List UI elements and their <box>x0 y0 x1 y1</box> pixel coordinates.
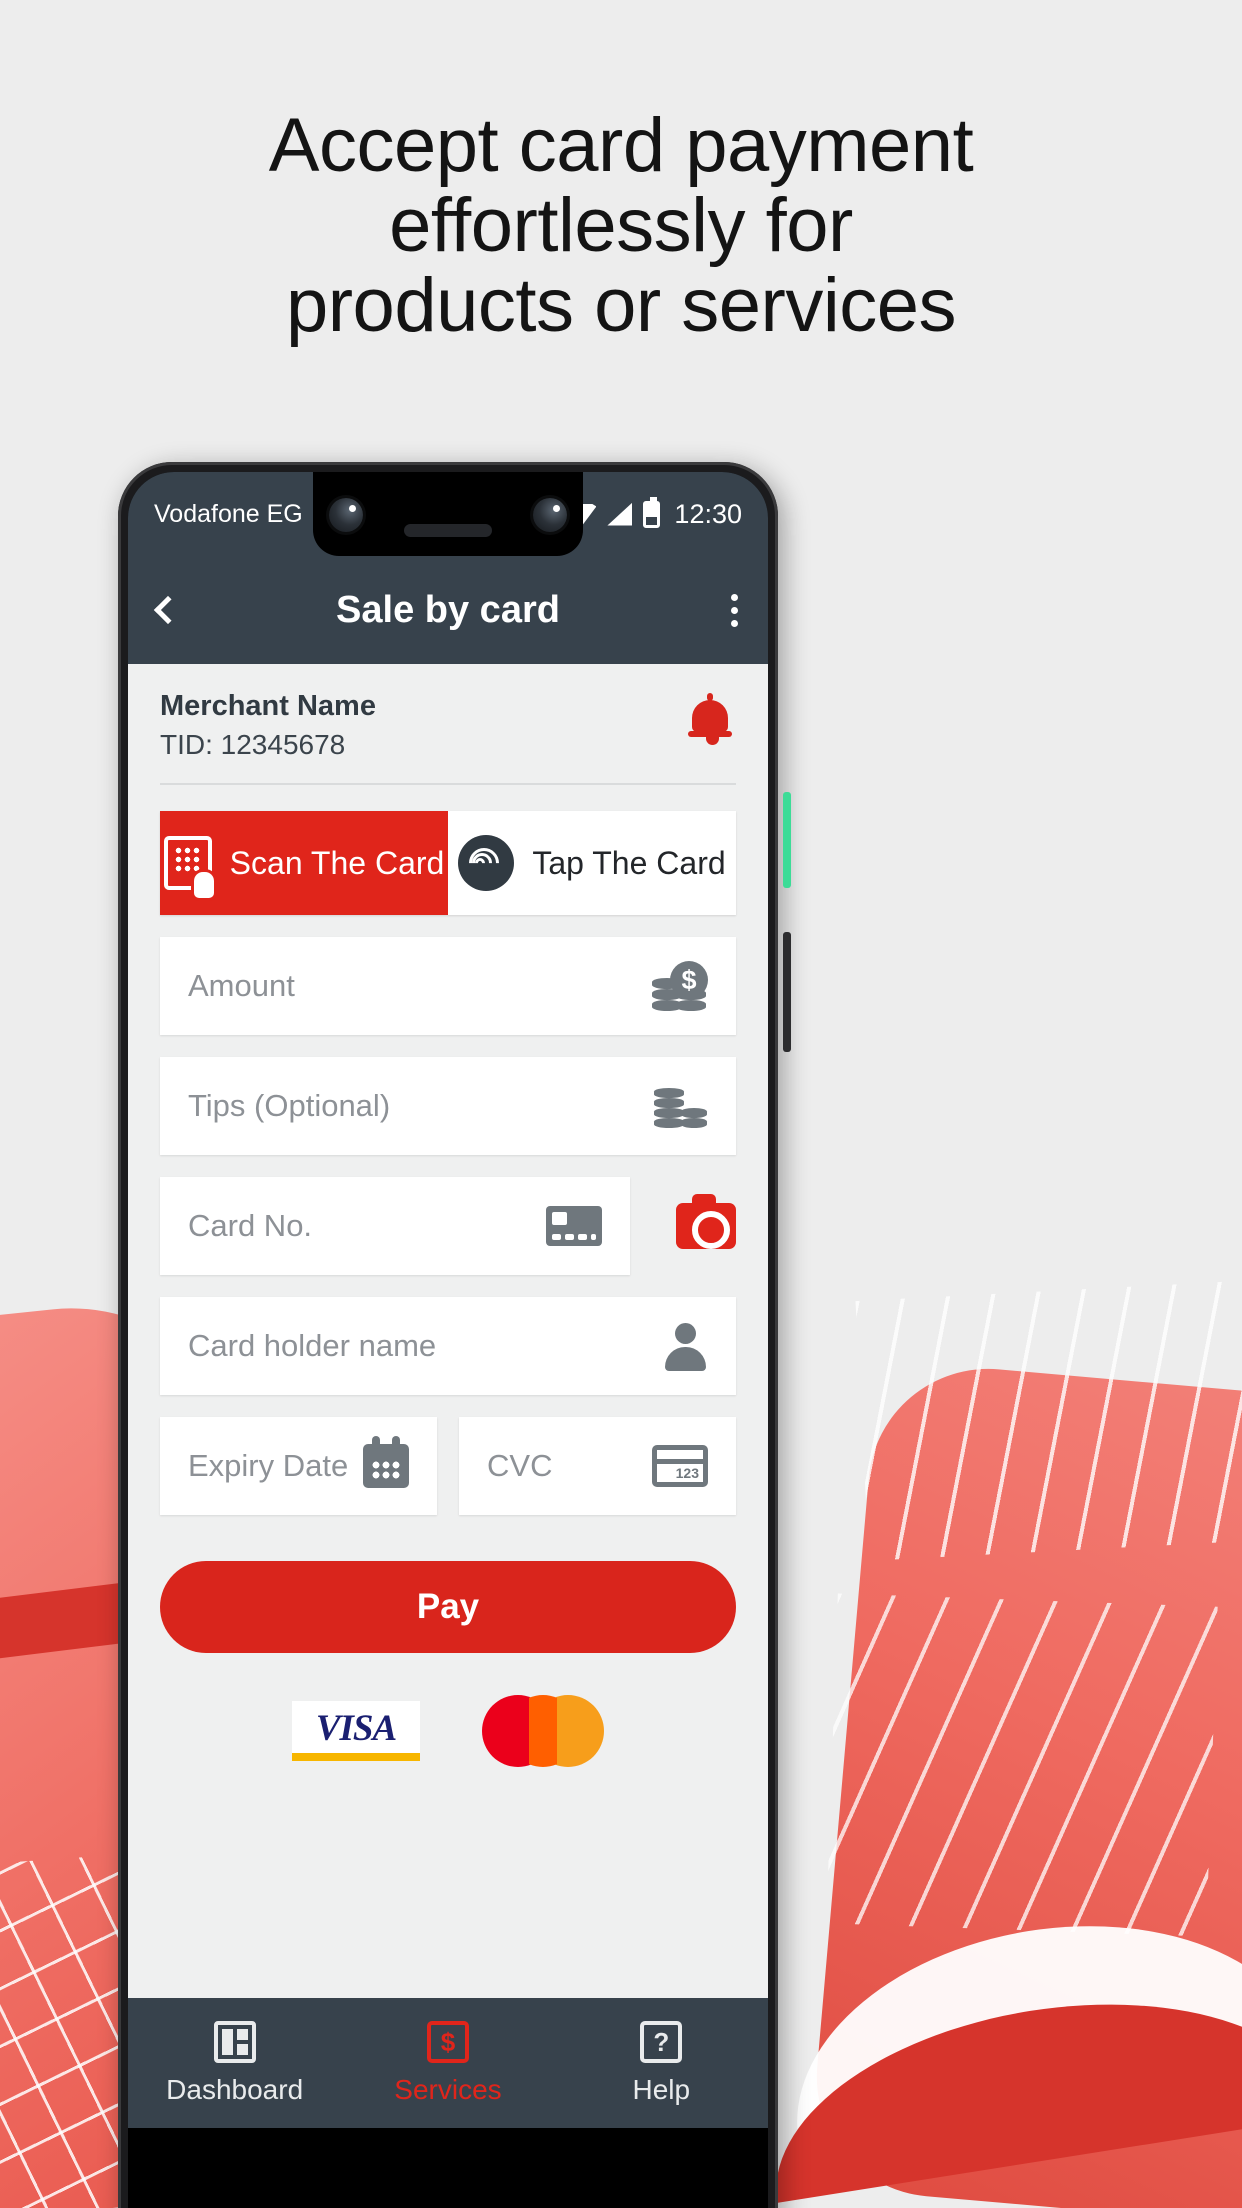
merchant-tid: TID: 12345678 <box>160 729 346 760</box>
amount-placeholder: Amount <box>188 968 295 1003</box>
nav-item-dashboard[interactable]: Dashboard <box>128 2020 341 2106</box>
app-bar: Sale by card <box>128 556 768 664</box>
clock-label: 12:30 <box>674 498 742 529</box>
bell-body <box>688 693 732 737</box>
tab-scan-label: Scan The Card <box>229 844 445 881</box>
page-title: Sale by card <box>336 588 560 631</box>
scan-card-icon <box>163 836 214 898</box>
merchant-name: Merchant Name <box>160 690 376 722</box>
merchant-info: Merchant Name TID: 12345678 <box>128 664 768 761</box>
screen-content: Merchant Name TID: 12345678 Scan The Car… <box>128 664 768 1998</box>
expiry-date-field[interactable]: Expiry Date <box>160 1417 437 1515</box>
expiry-cvc-row: Expiry Date CVC 123 <box>160 1417 736 1515</box>
expiry-placeholder: Expiry Date <box>188 1448 349 1483</box>
cvc-placeholder: CVC <box>487 1448 553 1483</box>
amount-field[interactable]: Amount $ <box>160 937 736 1035</box>
phone-screen: Vodafone EG 12:30 Sale by card Merchant … <box>128 472 768 2208</box>
money-dollar-icon: $ <box>652 961 708 1011</box>
bell-clapper <box>705 736 719 745</box>
accepted-card-logos: VISA <box>128 1695 768 1767</box>
card-number-field[interactable]: Card No. <box>160 1177 630 1275</box>
calendar-icon <box>363 1436 409 1488</box>
card-holder-placeholder: Card holder name <box>188 1328 437 1363</box>
promo-screenshot: Accept card payment effortlessly for pro… <box>0 0 1242 2208</box>
kebab-menu-icon[interactable] <box>731 593 738 627</box>
phone-mockup: Vodafone EG 12:30 Sale by card Merchant … <box>118 462 791 2208</box>
visa-logo: VISA <box>292 1701 420 1761</box>
cvc-card-icon: 123 <box>652 1445 708 1487</box>
carrier-label: Vodafone EG <box>154 499 303 528</box>
kebab-dot <box>731 619 738 627</box>
kebab-dot <box>731 593 738 601</box>
mastercard-logo <box>482 1695 604 1767</box>
phone-volume-button <box>783 792 791 888</box>
cvc-field[interactable]: CVC 123 <box>459 1417 736 1515</box>
nfc-contactless-icon <box>458 835 515 891</box>
decor-grid-right-top <box>855 1279 1242 1561</box>
credit-card-icon <box>546 1206 602 1246</box>
decor-blob-right <box>806 1358 1242 2208</box>
visa-logo-text: VISA <box>315 1708 397 1749</box>
tab-tap-the-card[interactable]: Tap The Card <box>448 811 736 915</box>
coins-icon <box>654 1084 708 1128</box>
promo-headline: Accept card payment effortlessly for pro… <box>0 108 1242 348</box>
nav-item-help[interactable]: ? Help <box>555 2020 768 2106</box>
visa-logo-bar <box>292 1753 420 1761</box>
nav-label-help: Help <box>632 2073 691 2105</box>
card-number-placeholder: Card No. <box>188 1208 313 1243</box>
services-dollar-icon: $ <box>426 2020 469 2063</box>
person-icon <box>662 1323 708 1371</box>
dashboard-icon <box>213 2020 256 2063</box>
front-camera-secondary-icon <box>533 498 567 532</box>
decor-grid-right-mid <box>826 1593 1218 1937</box>
nav-item-services[interactable]: $ Services <box>341 2020 554 2106</box>
tab-tap-label: Tap The Card <box>532 844 726 881</box>
pay-button-label: Pay <box>416 1587 480 1626</box>
tips-field[interactable]: Tips (Optional) <box>160 1057 736 1155</box>
back-chevron-icon[interactable] <box>153 595 183 625</box>
nav-label-dashboard: Dashboard <box>166 2073 304 2105</box>
kebab-dot <box>731 606 738 614</box>
headline-line-2: effortlessly for <box>389 183 853 268</box>
card-entry-tabs: Scan The Card Tap The Card <box>160 811 736 915</box>
decor-swoosh-red <box>753 1967 1242 2203</box>
phone-notch <box>313 472 583 556</box>
bottom-navigation: Dashboard $ Services ? Help <box>128 1998 768 2128</box>
signal-icon <box>607 502 633 526</box>
phone-power-button <box>783 932 791 1052</box>
tab-scan-the-card[interactable]: Scan The Card <box>160 811 448 915</box>
cvc-icon-digits: 123 <box>657 1464 703 1482</box>
bell-icon[interactable] <box>688 693 732 745</box>
status-icons: 12:30 <box>569 496 742 530</box>
battery-icon <box>643 496 661 528</box>
front-camera-icon <box>329 498 363 532</box>
headline-line-1: Accept card payment <box>268 103 974 188</box>
card-number-row: Card No. <box>160 1177 736 1275</box>
headline-line-3: products or services <box>285 263 957 348</box>
section-divider <box>160 783 736 785</box>
earpiece-speaker <box>404 524 492 537</box>
camera-icon[interactable] <box>676 1194 736 1249</box>
card-holder-field[interactable]: Card holder name <box>160 1297 736 1395</box>
help-question-icon: ? <box>640 2020 683 2063</box>
pay-button[interactable]: Pay <box>160 1561 736 1653</box>
decor-swoosh-white <box>771 1890 1242 2140</box>
tips-placeholder: Tips (Optional) <box>188 1088 391 1123</box>
nav-label-services: Services <box>394 2073 502 2105</box>
